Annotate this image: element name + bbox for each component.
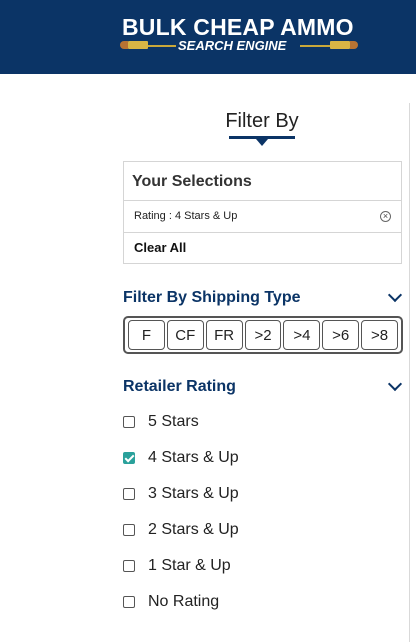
rating-label: 4 Stars & Up (148, 449, 239, 466)
divider (124, 232, 401, 233)
bullet-left-icon (120, 41, 148, 49)
logo-line-left (148, 45, 176, 47)
divider (124, 200, 401, 201)
chevron-down-icon[interactable] (387, 287, 403, 303)
shipping-option-gt8[interactable]: >8 (361, 320, 399, 350)
rating-checkbox[interactable] (123, 524, 135, 536)
filter-by-heading: Filter By (0, 110, 416, 133)
rating-option-5-stars[interactable]: 5 Stars (123, 412, 199, 432)
logo-line-right (300, 45, 330, 47)
your-selections-panel: Your Selections Rating : 4 Stars & Up × … (123, 161, 402, 264)
shipping-option-gt4[interactable]: >4 (283, 320, 321, 350)
close-circle-icon[interactable]: × (380, 211, 391, 222)
rating-checkbox[interactable] (123, 452, 135, 464)
shipping-option-fr[interactable]: FR (205, 320, 243, 350)
rating-option-1-star-up[interactable]: 1 Star & Up (123, 556, 231, 576)
rating-option-3-stars-up[interactable]: 3 Stars & Up (123, 484, 239, 504)
shipping-type-title[interactable]: Filter By Shipping Type (123, 289, 301, 307)
shipping-option-cf[interactable]: CF (166, 320, 204, 350)
site-logo[interactable]: BULK CHEAP AMMO SEARCH ENGINE (116, 14, 366, 60)
retailer-rating-title[interactable]: Retailer Rating (123, 378, 236, 396)
filter-by-title: Filter By (225, 110, 299, 132)
clear-all-link[interactable]: Clear All (134, 240, 186, 255)
rating-label: No Rating (148, 593, 220, 610)
logo-subtitle: SEARCH ENGINE (178, 38, 287, 53)
caret-down-icon (256, 139, 268, 146)
selection-rating: Rating : 4 Stars & Up (134, 210, 238, 222)
shipping-option-gt6[interactable]: >6 (322, 320, 360, 350)
rating-checkbox[interactable] (123, 596, 135, 608)
rating-label: 1 Star & Up (148, 557, 231, 574)
chevron-down-icon[interactable] (387, 376, 403, 392)
rating-checkbox[interactable] (123, 488, 135, 500)
shipping-option-gt2[interactable]: >2 (244, 320, 282, 350)
rating-label: 5 Stars (148, 413, 199, 430)
shipping-option-f[interactable]: F (128, 320, 165, 350)
sidebar-divider (409, 103, 410, 642)
bullet-right-icon (330, 41, 358, 49)
your-selections-title: Your Selections (132, 173, 252, 190)
rating-checkbox[interactable] (123, 416, 135, 428)
rating-option-4-stars-up[interactable]: 4 Stars & Up (123, 448, 239, 468)
rating-option-no-rating[interactable]: No Rating (123, 592, 219, 612)
shipping-type-buttons: F CF FR >2 >4 >6 >8 (123, 316, 403, 354)
logo-title: BULK CHEAP AMMO (122, 14, 354, 40)
rating-checkbox[interactable] (123, 560, 135, 572)
site-header: BULK CHEAP AMMO SEARCH ENGINE (0, 0, 416, 74)
rating-option-2-stars-up[interactable]: 2 Stars & Up (123, 520, 239, 540)
rating-label: 2 Stars & Up (148, 521, 239, 538)
rating-label: 3 Stars & Up (148, 485, 239, 502)
